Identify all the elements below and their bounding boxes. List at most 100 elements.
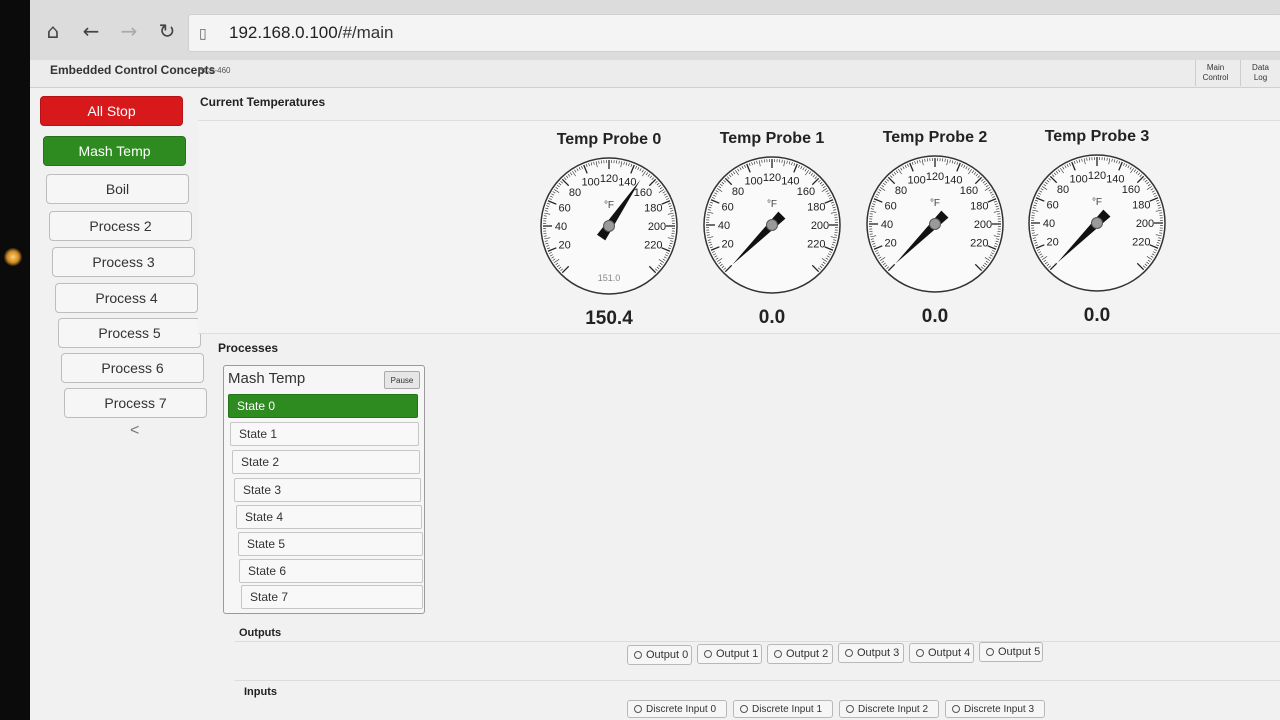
dial-tick-label: 40 [1043,218,1055,230]
dial-tick-label: 160 [634,187,652,199]
state-item[interactable]: State 6 [239,559,423,583]
page-icon: ▯ [199,24,207,41]
gauge-dial: 20406080100 120 140160180200220°F [703,156,841,294]
state-item[interactable]: State 2 [232,450,420,474]
radio-icon [986,648,994,656]
temperatures-title: Current Temperatures [200,95,326,109]
input-indicator[interactable]: Discrete Input 0 [627,700,727,718]
browser-toolbar: ⌂ ← → ↻ ▯ 192.168.0.100/#/main [30,0,1280,61]
dial-setpoint-label: 151.0 [598,273,621,283]
dial-tick-label: 100 [581,177,599,189]
radio-icon [634,705,642,713]
dial-tick-label: 120 [600,173,618,185]
dial-unit-label: °F [930,198,940,209]
radio-icon [704,650,712,658]
process-panel: Mash Temp Pause State 0 State 1 State 2 … [223,365,425,614]
state-item[interactable]: State 1 [230,422,419,446]
process-name: Mash Temp [228,370,306,387]
output-toggle[interactable]: Output 2 [767,644,833,664]
all-stop-button[interactable]: All Stop [40,96,183,126]
dial-tick-label: 80 [732,186,744,198]
dial-tick-label: 160 [960,185,978,197]
dial-tick-label: 180 [1132,200,1150,212]
tab-main-control[interactable]: Main Control [1195,60,1235,86]
radio-icon [634,651,642,659]
state-item[interactable]: State 0 [228,394,418,418]
url-text: 192.168.0.100/#/main [229,23,394,42]
dial-tick-label: 60 [722,202,734,214]
tab-data-log[interactable]: Data Log [1240,60,1280,86]
input-indicator[interactable]: Discrete Input 3 [945,700,1045,718]
gauge-value: 150.4 [585,308,633,329]
gauge-probe-3: Temp Probe 3 20 40 60 80 100 120 140 160 180 200 2… [1022,128,1172,327]
state-item[interactable]: State 4 [236,505,422,529]
dial-tick-label: 80 [895,185,907,197]
radio-icon [774,650,782,658]
radio-icon [845,649,853,657]
dial-unit-label: °F [604,200,614,211]
pause-button[interactable]: Pause [384,371,420,389]
dial-tick-label: 40 [881,219,893,231]
dial-tick-label: 60 [1047,200,1059,212]
sidebar-item-process-4[interactable]: Process 4 [55,283,198,313]
input-indicator[interactable]: Discrete Input 2 [839,700,939,718]
gauge-value: 0.0 [758,307,786,328]
dial-tick-label: 20 [559,239,571,251]
output-toggle[interactable]: Output 5 [979,642,1043,662]
input-indicator[interactable]: Discrete Input 1 [733,700,833,718]
address-bar[interactable]: ▯ 192.168.0.100/#/main [188,14,1280,52]
dial-unit-label: °F [767,199,777,210]
gauge-probe-0: Temp Probe 0 20 40 60 80 100 120 140 160 180 200 2… [534,131,684,330]
reload-icon[interactable]: ↻ [154,18,180,44]
dial-tick-label: 20 [722,238,734,250]
background-light [4,248,22,266]
radio-icon [916,649,924,657]
gauge-hub [1091,217,1103,229]
state-item[interactable]: State 5 [238,532,423,556]
dial-tick-label: 100 [1069,174,1087,186]
dial-unit-label: °F [1092,197,1102,208]
dial-tick-label: 220 [644,239,662,251]
gauge-dial: 20406080100 120 140160180200220°F [1028,154,1166,292]
gauge-title: Temp Probe 0 [556,131,662,148]
dial-tick-label: 20 [1047,236,1059,248]
dial-tick-label: 100 [744,176,762,188]
output-toggle[interactable]: Output 0 [627,645,692,665]
sidebar-item-process-3[interactable]: Process 3 [52,247,195,277]
state-item[interactable]: State 7 [241,585,423,609]
dial-tick-label: 200 [811,220,829,232]
dial-tick-label: 220 [970,237,988,249]
sidebar-item-mash-temp[interactable]: Mash Temp [43,136,186,166]
radio-icon [952,705,960,713]
gauge-probe-2: Temp Probe 2 20 40 60 80 100 120 140 160 180 200 2… [860,129,1010,328]
gauge-hub [929,218,941,230]
outputs-title: Outputs [239,627,282,639]
radio-icon [846,705,854,713]
state-item[interactable]: State 3 [234,478,421,502]
gauge-title: Temp Probe 3 [1044,128,1150,145]
dial-tick-label: 60 [885,201,897,213]
gauge-probe-1: Temp Probe 1 20 40 60 80 100 120 140 160 180 200 2… [697,130,847,329]
forward-icon[interactable]: → [116,18,142,44]
sidebar-item-process-7[interactable]: Process 7 [64,388,207,418]
sidebar-item-process-2[interactable]: Process 2 [49,211,192,241]
sidebar-item-process-6[interactable]: Process 6 [61,353,204,383]
dial-tick-label: 200 [974,219,992,231]
gauge-dial: 20406080100 120 140160180200220°F [866,155,1004,293]
dial-tick-label: 120 [763,172,781,184]
output-toggle[interactable]: Output 1 [697,644,762,664]
dial-tick-label: 220 [1132,236,1150,248]
dial-tick-label: 80 [1057,184,1069,196]
collapse-sidebar-icon[interactable]: < [130,422,139,440]
radio-icon [740,705,748,713]
output-toggle[interactable]: Output 3 [838,643,904,663]
sidebar-item-boil[interactable]: Boil [46,174,189,204]
back-icon[interactable]: ← [78,18,104,44]
app-title: Embedded Control Concepts [50,63,216,77]
gauge-hub [603,220,615,232]
gauge-title: Temp Probe 2 [882,129,988,146]
sidebar-item-process-5[interactable]: Process 5 [58,318,201,348]
dial-tick-label: 40 [555,221,567,233]
home-icon[interactable]: ⌂ [40,18,66,44]
output-toggle[interactable]: Output 4 [909,643,974,663]
